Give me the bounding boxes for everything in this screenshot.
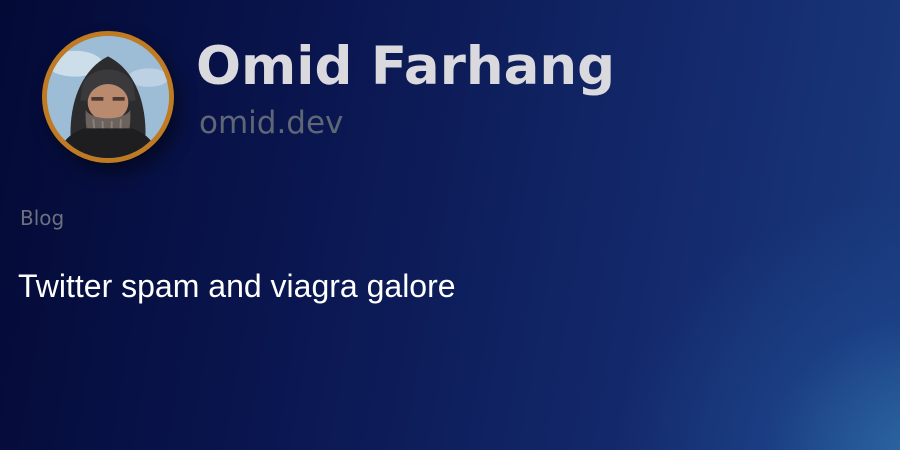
avatar: [42, 31, 174, 163]
post-title: Twitter spam and viagra galore: [18, 268, 456, 304]
avatar-photo: [47, 36, 169, 158]
post-category: Blog: [20, 206, 65, 230]
profile-name: Omid Farhang: [196, 36, 616, 97]
site-domain: omid.dev: [199, 105, 344, 141]
